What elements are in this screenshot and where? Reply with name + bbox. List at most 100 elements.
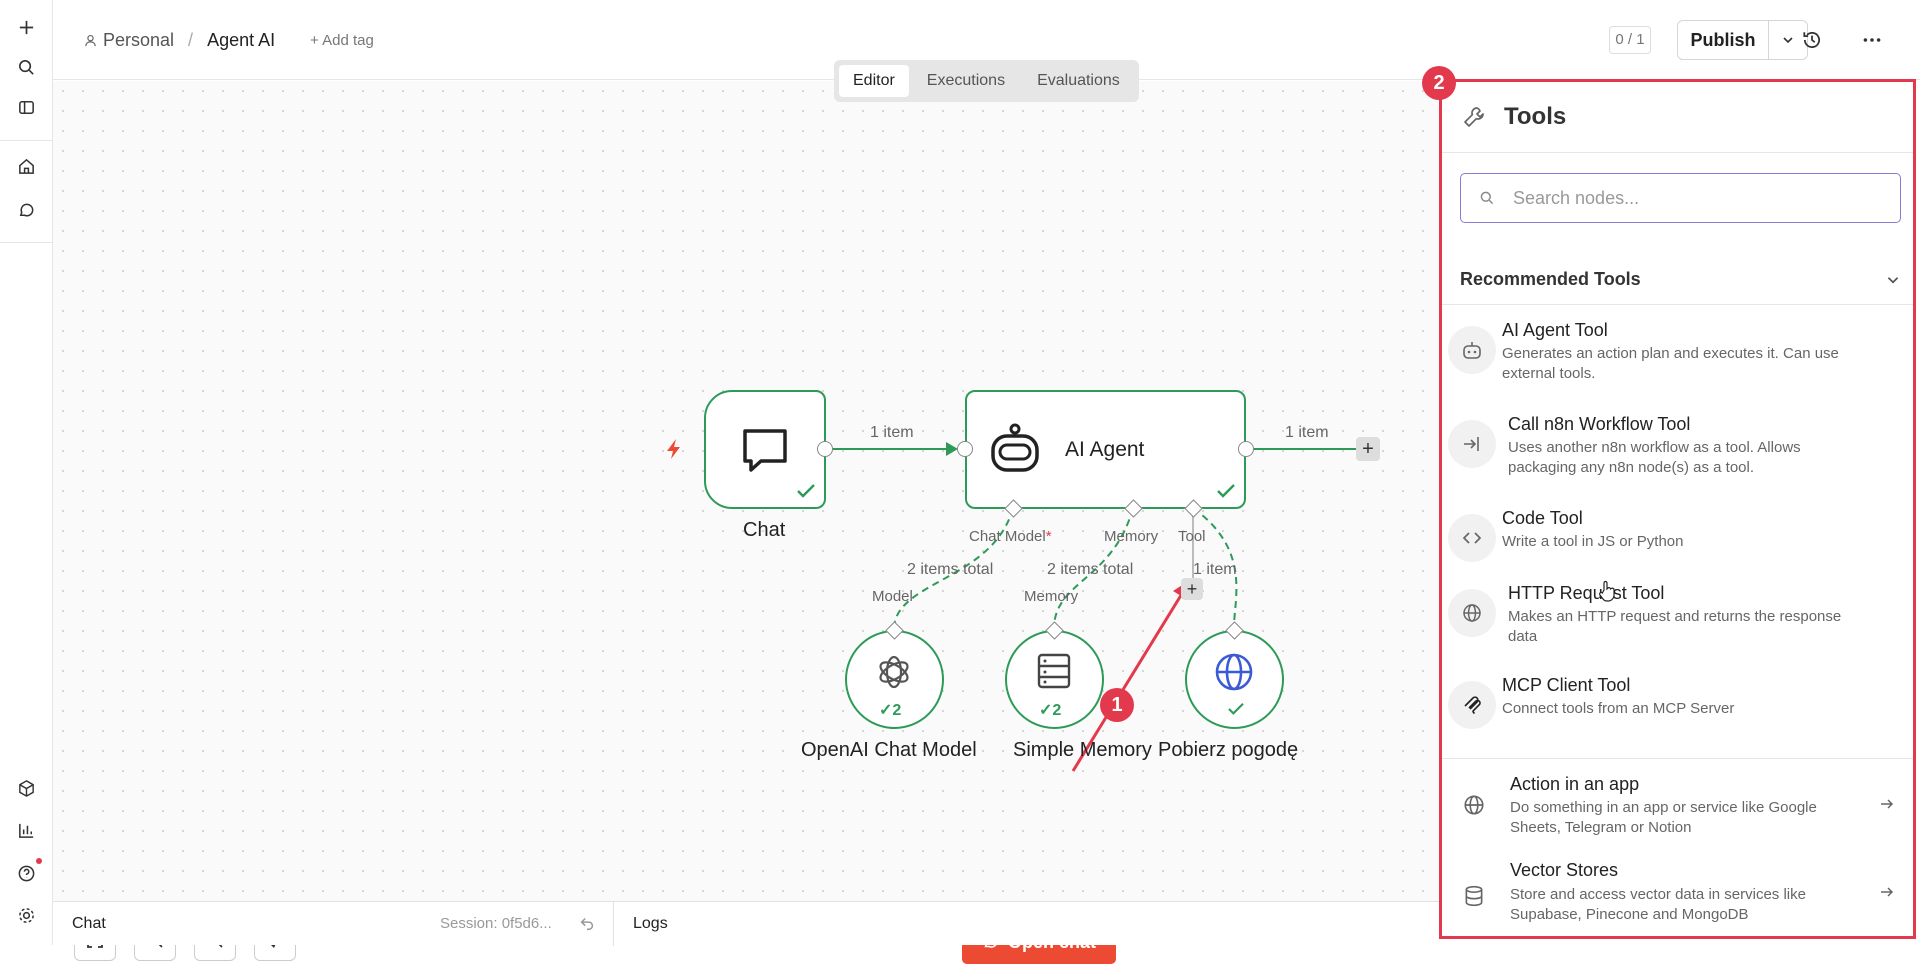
home-icon[interactable] — [13, 153, 39, 179]
panel-title: Tools — [1504, 103, 1567, 130]
more-icon[interactable] — [1861, 29, 1883, 51]
search-nodes-input[interactable]: Search nodes... — [1460, 173, 1901, 223]
arrow-right-icon — [1879, 796, 1895, 812]
tool-desc: Generates an action plan and executes it… — [1502, 345, 1839, 382]
history-icon[interactable] — [1801, 29, 1823, 51]
search-placeholder: Search nodes... — [1513, 187, 1640, 208]
vector-stores-item[interactable]: Vector Stores Store and access vector da… — [1442, 850, 1913, 936]
tool-item-http-request[interactable]: HTTP Request Tool Makes an HTTP request … — [1448, 583, 1903, 653]
add-node-button[interactable]: + — [1356, 437, 1380, 461]
tab-evaluations[interactable]: Evaluations — [1023, 65, 1134, 97]
agent-output-port[interactable] — [1238, 441, 1254, 457]
globe-icon — [1462, 793, 1486, 817]
tool-item-call-workflow[interactable]: Call n8n Workflow Tool Uses another n8n … — [1448, 414, 1903, 484]
undo-icon[interactable] — [578, 914, 596, 932]
tool-title: Call n8n Workflow Tool — [1508, 414, 1691, 434]
breadcrumb-separator: / — [188, 30, 194, 50]
memory-node-label: Simple Memory — [1013, 739, 1152, 761]
port-label-memory: Memory — [1104, 528, 1159, 545]
openai-chat-model-node[interactable]: ✓2 — [845, 630, 944, 729]
run-count: ✓2 — [879, 702, 902, 719]
database-icon — [1462, 884, 1486, 908]
tool-item-ai-agent[interactable]: AI Agent Tool Generates an action plan a… — [1448, 320, 1903, 390]
sign-in-icon — [1448, 420, 1496, 468]
tools-panel: Tools Search nodes... Recommended Tools … — [1439, 79, 1916, 939]
tool-title: Code Tool — [1502, 508, 1583, 528]
add-tag-button[interactable]: + Add tag — [310, 32, 374, 49]
tool-title: AI Agent Tool — [1502, 320, 1608, 340]
search-icon — [1480, 191, 1494, 205]
chevron-down-icon — [1887, 276, 1899, 283]
bottom-bar: Chat Session: 0f5d6... Logs — [53, 901, 1439, 946]
agent-input-port[interactable] — [957, 441, 973, 457]
chat-output-port[interactable] — [817, 441, 833, 457]
tool-desc: Connect tools from an MCP Server — [1502, 700, 1735, 717]
item-desc: Store and access vector data in services… — [1510, 886, 1806, 923]
tool-item-code[interactable]: Code Tool Write a tool in JS or Python — [1448, 508, 1903, 568]
code-icon — [1448, 514, 1496, 562]
ai-agent-title: AI Agent — [1065, 438, 1145, 461]
globe-icon — [1215, 653, 1253, 691]
cube-icon[interactable] — [13, 775, 39, 801]
chat-node-label: Chat — [743, 519, 786, 541]
tool-desc: Makes an HTTP request and returns the re… — [1508, 608, 1842, 645]
robot-icon — [1448, 326, 1496, 374]
port-label-chat-model: Chat Model* — [969, 528, 1052, 545]
annotation-marker-2: 2 — [1422, 66, 1456, 100]
publish-group: Publish — [1677, 20, 1808, 60]
chevron-down-icon — [1783, 37, 1793, 44]
edge-label: 1 item — [1285, 424, 1329, 441]
trigger-bolt-icon — [664, 438, 684, 460]
tool-title: MCP Client Tool — [1502, 675, 1631, 695]
logs-panel-tab[interactable]: Logs — [633, 915, 668, 933]
breadcrumb-root[interactable]: Personal — [103, 30, 174, 51]
workflow-canvas[interactable]: Chat 1 item AI Agent 1 item + Chat Model… — [53, 81, 1439, 964]
weather-node-label: Pobierz pogodę — [1158, 739, 1299, 761]
globe-icon — [1448, 589, 1496, 637]
tab-editor[interactable]: Editor — [839, 65, 909, 97]
mcp-icon — [1448, 681, 1496, 729]
tab-executions[interactable]: Executions — [913, 65, 1019, 97]
chat-trigger-node[interactable] — [704, 390, 826, 509]
check-icon — [1217, 484, 1235, 498]
edge-label: 2 items total — [1047, 561, 1134, 578]
plus-icon[interactable] — [13, 14, 39, 40]
notification-dot — [36, 858, 42, 864]
chat-icon[interactable] — [13, 197, 39, 223]
edge-label: 1 item — [870, 424, 914, 441]
publish-button[interactable]: Publish — [1678, 21, 1769, 59]
panel-icon[interactable] — [13, 94, 39, 120]
section-title: Recommended Tools — [1460, 269, 1641, 289]
openai-node-label: OpenAI Chat Model — [801, 739, 977, 761]
add-tool-button[interactable]: + — [1181, 578, 1203, 600]
cursor-hand-icon — [1598, 580, 1616, 602]
recommended-tools-header[interactable]: Recommended Tools — [1460, 269, 1901, 290]
item-title: Action in an app — [1510, 774, 1640, 794]
settings-icon[interactable] — [13, 902, 39, 928]
chat-bubble-icon — [743, 429, 787, 472]
tool-item-mcp-client[interactable]: MCP Client Tool Connect tools from an MC… — [1448, 675, 1903, 735]
edge-label: 2 items total — [907, 561, 994, 578]
view-tabs: Editor Executions Evaluations — [834, 60, 1139, 102]
ai-agent-node[interactable]: AI Agent — [965, 390, 1246, 509]
left-sidebar — [0, 0, 53, 945]
panel-header: Tools — [1442, 82, 1913, 153]
version-counter: 0 / 1 — [1609, 26, 1651, 54]
tool-desc: Uses another n8n workflow as a tool. All… — [1508, 439, 1801, 476]
port-label-model: Model — [872, 588, 913, 605]
workflow-name[interactable]: Agent AI — [207, 30, 275, 51]
item-desc: Do something in an app or service like G… — [1510, 799, 1817, 836]
edge-label: 1 item — [1193, 561, 1237, 578]
simple-memory-node[interactable]: ✓2 — [1005, 630, 1104, 729]
help-icon[interactable] — [13, 860, 39, 886]
arrow-right-icon — [1879, 884, 1895, 900]
chat-panel-tab[interactable]: Chat — [72, 915, 106, 933]
item-title: Vector Stores — [1510, 860, 1619, 880]
breadcrumb: Personal / Agent AI — [84, 30, 275, 51]
chart-icon[interactable] — [13, 817, 39, 843]
search-icon[interactable] — [13, 54, 39, 80]
check-icon — [1228, 703, 1244, 715]
action-in-app-item[interactable]: Action in an app Do something in an app … — [1442, 758, 1913, 850]
http-tool-node[interactable] — [1185, 630, 1284, 729]
port-label-memory-in: Memory — [1024, 588, 1079, 605]
